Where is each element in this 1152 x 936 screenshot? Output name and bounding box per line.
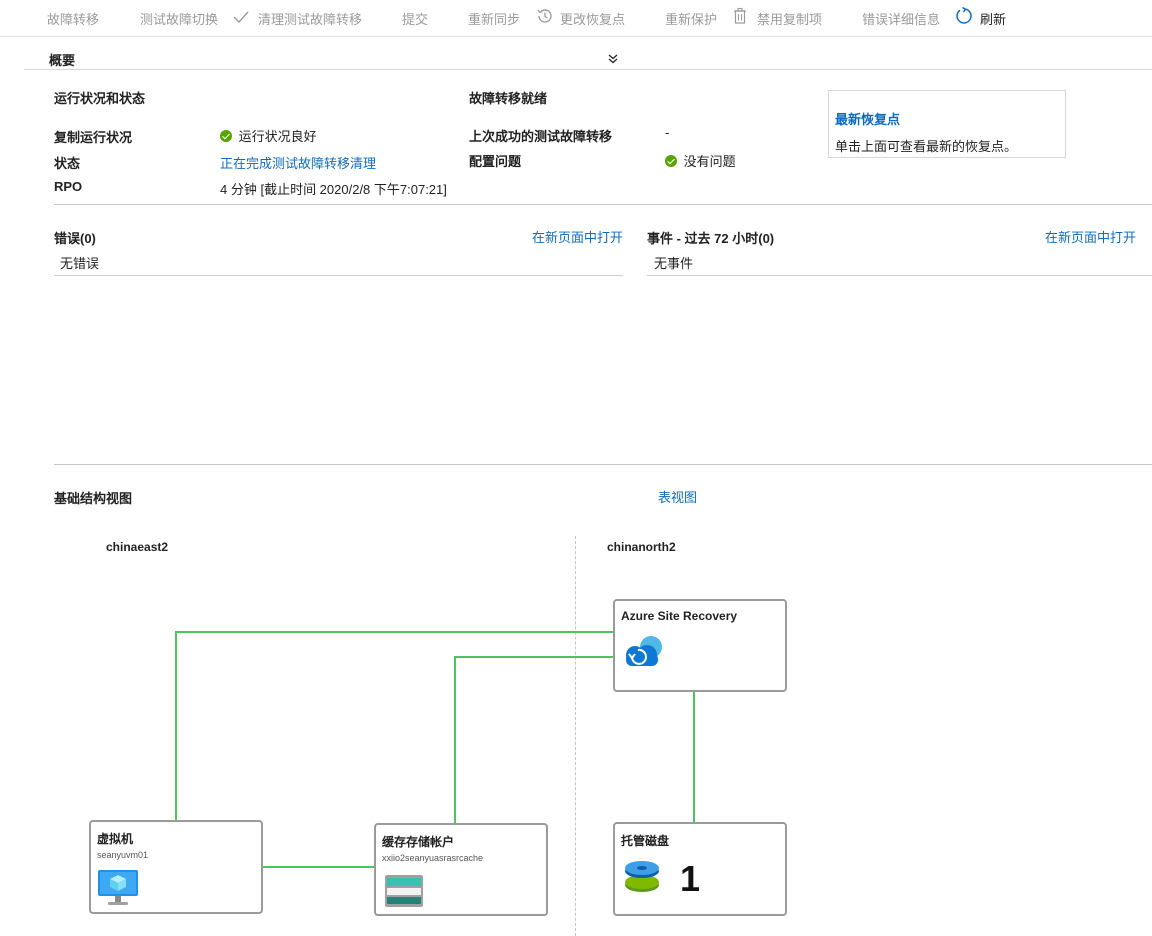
refresh-icon[interactable] (955, 7, 973, 25)
resync-button[interactable]: 重新同步 (468, 9, 520, 28)
failover-button[interactable]: 故障转移 (47, 9, 99, 28)
asr-node-title: Azure Site Recovery (621, 609, 738, 623)
disable-replication-button[interactable]: 禁用复制项 (757, 9, 822, 28)
errors-heading: 错误(0) (54, 231, 96, 246)
managed-disks-node[interactable]: 托管磁盘 1 (613, 822, 787, 916)
errors-divider (54, 275, 623, 276)
errors-empty-text: 无错误 (60, 256, 100, 271)
cleanup-test-failover-button[interactable]: 清理测试故障转移 (258, 9, 362, 28)
events-empty-text: 无事件 (654, 256, 694, 271)
health-heading: 运行状况和状态 (54, 91, 146, 106)
site-recovery-cloud-icon (626, 636, 662, 666)
vm-to-asr-connector (175, 631, 614, 633)
replication-health-label: 复制运行状况 (54, 130, 133, 145)
last-test-failover-label: 上次成功的测试故障转移 (469, 129, 613, 144)
trash-icon (734, 7, 746, 24)
replication-health-value: 运行状况良好 (220, 126, 317, 145)
cache-storage-node-title: 缓存存储帐户 (382, 835, 455, 849)
asr-to-disks-connector (693, 690, 695, 824)
cache-to-asr-connector (454, 656, 614, 658)
cache-to-asr-connector (454, 656, 456, 825)
replication-health-text: 运行状况良好 (238, 129, 317, 144)
collapse-chevron-icon[interactable] (607, 53, 619, 65)
healthy-check-icon (220, 130, 232, 142)
overview-section-header[interactable]: 概要 (24, 44, 1152, 70)
latest-recovery-point-hint: 单击上面可查看最新的恢复点。 (835, 139, 1018, 154)
vm-to-cache-connector (261, 866, 375, 868)
rpo-value: 4 分钟 [截止时间 2020/2/8 下午7:07:21] (220, 182, 447, 197)
vm-to-asr-connector (175, 631, 177, 822)
reprotect-button[interactable]: 重新保护 (665, 9, 717, 28)
test-failover-button[interactable]: 测试故障切换 (140, 9, 218, 28)
managed-disks-count: 1 (680, 858, 701, 899)
refresh-button[interactable]: 刷新 (980, 9, 1006, 28)
config-issues-label: 配置问题 (469, 154, 522, 169)
command-bar: 故障转移 测试故障切换 清理测试故障转移 提交 重新同步 更改恢复点 重新保护 … (0, 0, 1152, 37)
virtual-machine-icon (98, 870, 138, 905)
vm-node[interactable]: 虚拟机 seanyuvm01 (89, 820, 263, 914)
config-issues-value: 没有问题 (665, 151, 736, 170)
commit-button[interactable]: 提交 (402, 9, 428, 28)
events-open-link[interactable]: 在新页面中打开 (1045, 227, 1136, 246)
source-region-label: chinaeast2 (106, 540, 169, 554)
ok-check-icon (665, 155, 677, 167)
managed-disks-node-title: 托管磁盘 (621, 834, 670, 848)
status-value-link[interactable]: 正在完成测试故障转移清理 (220, 153, 376, 172)
latest-recovery-point-card[interactable]: 最新恢复点 单击上面可查看最新的恢复点。 (828, 90, 1066, 158)
rpo-label: RPO (54, 179, 83, 194)
cache-storage-node[interactable]: 缓存存储帐户 xxiio2seanyuasrasrcache (374, 823, 548, 916)
table-view-link[interactable]: 表视图 (658, 487, 697, 506)
managed-disk-icon (625, 861, 659, 892)
errors-open-link[interactable]: 在新页面中打开 (532, 227, 623, 246)
error-details-button[interactable]: 错误详细信息 (862, 9, 940, 28)
failover-readiness-heading: 故障转移就绪 (469, 91, 548, 106)
storage-account-icon (385, 875, 423, 907)
infrastructure-heading: 基础结构视图 (54, 491, 133, 506)
events-heading: 事件 - 过去 72 小时(0) (647, 231, 775, 246)
vm-node-name: seanyuvm01 (97, 850, 149, 860)
history-icon (537, 9, 552, 23)
divider (54, 204, 1152, 205)
divider (54, 464, 1152, 465)
checkmark-icon (233, 11, 249, 24)
target-region-label: chinanorth2 (607, 540, 676, 554)
config-issues-text: 没有问题 (683, 154, 736, 169)
cache-storage-node-name: xxiio2seanyuasrasrcache (382, 853, 484, 863)
last-test-failover-value: - (665, 125, 670, 140)
events-divider (647, 275, 1152, 276)
azure-site-recovery-node[interactable]: Azure Site Recovery (613, 599, 787, 692)
latest-recovery-point-link[interactable]: 最新恢复点 (835, 109, 900, 128)
change-recovery-point-button[interactable]: 更改恢复点 (560, 9, 625, 28)
status-label: 状态 (54, 156, 81, 171)
vm-node-title: 虚拟机 (97, 832, 134, 846)
overview-title: 概要 (49, 53, 76, 68)
region-divider (575, 536, 576, 936)
